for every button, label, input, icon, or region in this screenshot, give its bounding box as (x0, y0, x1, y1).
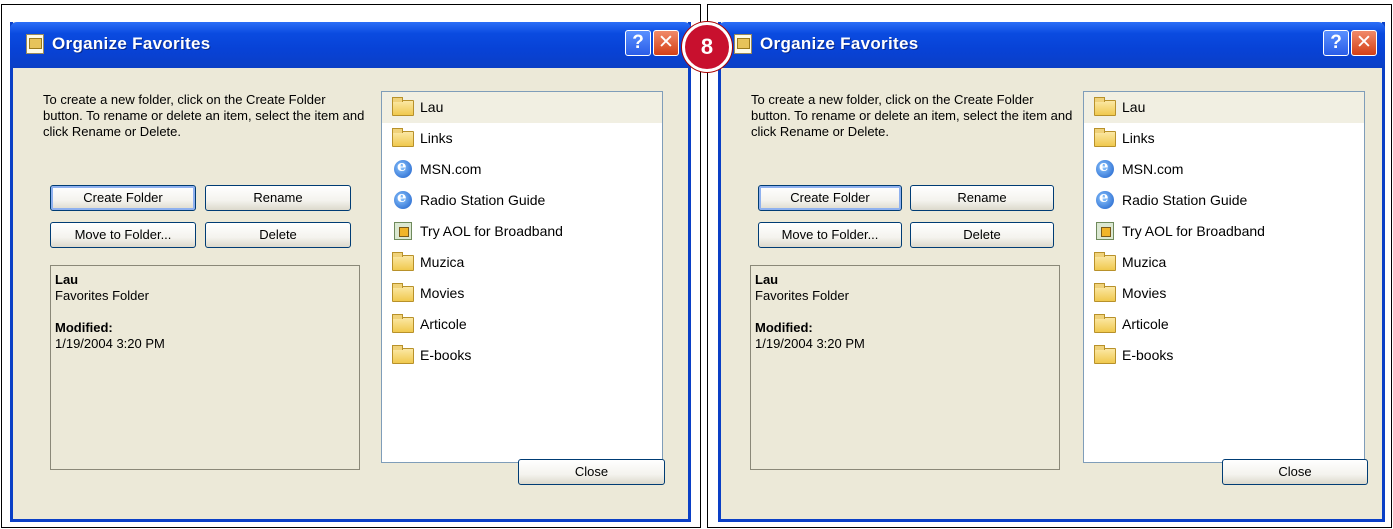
favorites-list[interactable]: Lau Links MSN.com Radio Station Guide Tr… (381, 91, 663, 463)
folder-icon (1094, 97, 1116, 116)
ie-page-icon (1096, 182, 1114, 213)
list-item-label: Links (420, 130, 453, 146)
list-item-label: MSN.com (1122, 161, 1184, 177)
list-item[interactable]: Muzica (1084, 247, 1364, 278)
step-number-badge: 8 (682, 22, 732, 72)
list-item-label: Radio Station Guide (1122, 192, 1248, 208)
list-item-label: Movies (1122, 285, 1167, 301)
item-details-panel: Lau Favorites Folder Modified: 1/19/2004… (750, 265, 1060, 470)
folder-icon (392, 283, 414, 302)
title-bar[interactable]: Organize Favorites ? ✕ (10, 22, 691, 68)
modified-label: Modified: (55, 320, 113, 335)
instructions-text: To create a new folder, click on the Cre… (751, 92, 1073, 139)
instructions-text: To create a new folder, click on the Cre… (43, 92, 365, 139)
folder-icon (392, 252, 414, 271)
list-item-label: MSN.com (420, 161, 482, 177)
folder-icon (1094, 128, 1116, 147)
list-item[interactable]: Movies (382, 278, 662, 309)
favorites-list[interactable]: Lau Links MSN.com Radio Station Guide Tr… (1083, 91, 1365, 463)
list-item[interactable]: Links (1084, 123, 1364, 154)
item-type: Favorites Folder (55, 288, 149, 303)
list-item-label: E-books (1122, 347, 1174, 363)
close-window-button[interactable]: ✕ (1351, 30, 1377, 56)
help-button[interactable]: ? (625, 30, 651, 56)
delete-button[interactable]: Delete (910, 222, 1054, 248)
list-item-label: Articole (1122, 316, 1169, 332)
list-item-label: Muzica (1122, 254, 1167, 270)
list-item-label: Muzica (420, 254, 465, 270)
list-item-label: Lau (420, 99, 444, 115)
close-window-button[interactable]: ✕ (653, 30, 679, 56)
item-name: Lau (755, 272, 779, 287)
item-details-panel: Lau Favorites Folder Modified: 1/19/2004… (50, 265, 360, 470)
folder-icon (392, 314, 414, 333)
list-item-label: Try AOL for Broadband (420, 223, 563, 239)
list-item-label: Links (1122, 130, 1155, 146)
list-item[interactable]: Radio Station Guide (1084, 182, 1364, 216)
modified-date: 1/19/2004 3:20 PM (755, 336, 865, 351)
list-item-label: E-books (420, 347, 472, 363)
delete-button[interactable]: Delete (205, 222, 351, 248)
create-folder-button[interactable]: Create Folder (758, 185, 902, 211)
list-item[interactable]: Try AOL for Broadband (382, 216, 662, 247)
favorites-window-icon (26, 34, 44, 54)
list-item[interactable]: Articole (382, 309, 662, 340)
list-item-label: Articole (420, 316, 467, 332)
folder-icon (1094, 283, 1116, 302)
ie-page-icon (1096, 151, 1114, 182)
list-item[interactable]: Lau (1084, 92, 1364, 123)
ie-page-icon (394, 182, 412, 213)
item-name: Lau (55, 272, 79, 287)
list-item[interactable]: MSN.com (382, 151, 662, 185)
modified-label: Modified: (755, 320, 813, 335)
organize-favorites-dialog: Organize Favorites ? ✕ To create a new f… (718, 22, 1385, 522)
folder-icon (392, 97, 414, 116)
folder-icon (1094, 314, 1116, 333)
organize-favorites-dialog: Organize Favorites ? ✕ To create a new f… (10, 22, 691, 522)
dialog-title: Organize Favorites (760, 34, 919, 53)
folder-icon (392, 128, 414, 147)
move-to-folder-button[interactable]: Move to Folder... (50, 222, 196, 248)
help-button[interactable]: ? (1323, 30, 1349, 56)
item-type: Favorites Folder (755, 288, 849, 303)
list-item-label: Radio Station Guide (420, 192, 546, 208)
title-bar[interactable]: Organize Favorites ? ✕ (718, 22, 1385, 68)
list-item[interactable]: E-books (382, 340, 662, 371)
list-item[interactable]: MSN.com (1084, 151, 1364, 185)
list-item[interactable]: Try AOL for Broadband (1084, 216, 1364, 247)
create-folder-button[interactable]: Create Folder (50, 185, 196, 211)
move-to-folder-button[interactable]: Move to Folder... (758, 222, 902, 248)
rename-button[interactable]: Rename (205, 185, 351, 211)
ie-page-icon (394, 151, 412, 182)
list-item[interactable]: E-books (1084, 340, 1364, 371)
dialog-title: Organize Favorites (52, 34, 211, 53)
aol-icon (1096, 222, 1114, 240)
list-item[interactable]: Links (382, 123, 662, 154)
modified-date: 1/19/2004 3:20 PM (55, 336, 165, 351)
list-item[interactable]: Movies (1084, 278, 1364, 309)
close-button[interactable]: Close (1222, 459, 1368, 485)
list-item[interactable]: Muzica (382, 247, 662, 278)
list-item-label: Lau (1122, 99, 1146, 115)
list-item[interactable]: Lau (382, 92, 662, 123)
favorites-window-icon (734, 34, 752, 54)
rename-button[interactable]: Rename (910, 185, 1054, 211)
list-item[interactable]: Articole (1084, 309, 1364, 340)
list-item[interactable]: Radio Station Guide (382, 182, 662, 216)
list-item-label: Movies (420, 285, 465, 301)
list-item-label: Try AOL for Broadband (1122, 223, 1265, 239)
close-button[interactable]: Close (518, 459, 665, 485)
aol-icon (394, 222, 412, 240)
folder-icon (1094, 345, 1116, 364)
folder-icon (1094, 252, 1116, 271)
folder-icon (392, 345, 414, 364)
